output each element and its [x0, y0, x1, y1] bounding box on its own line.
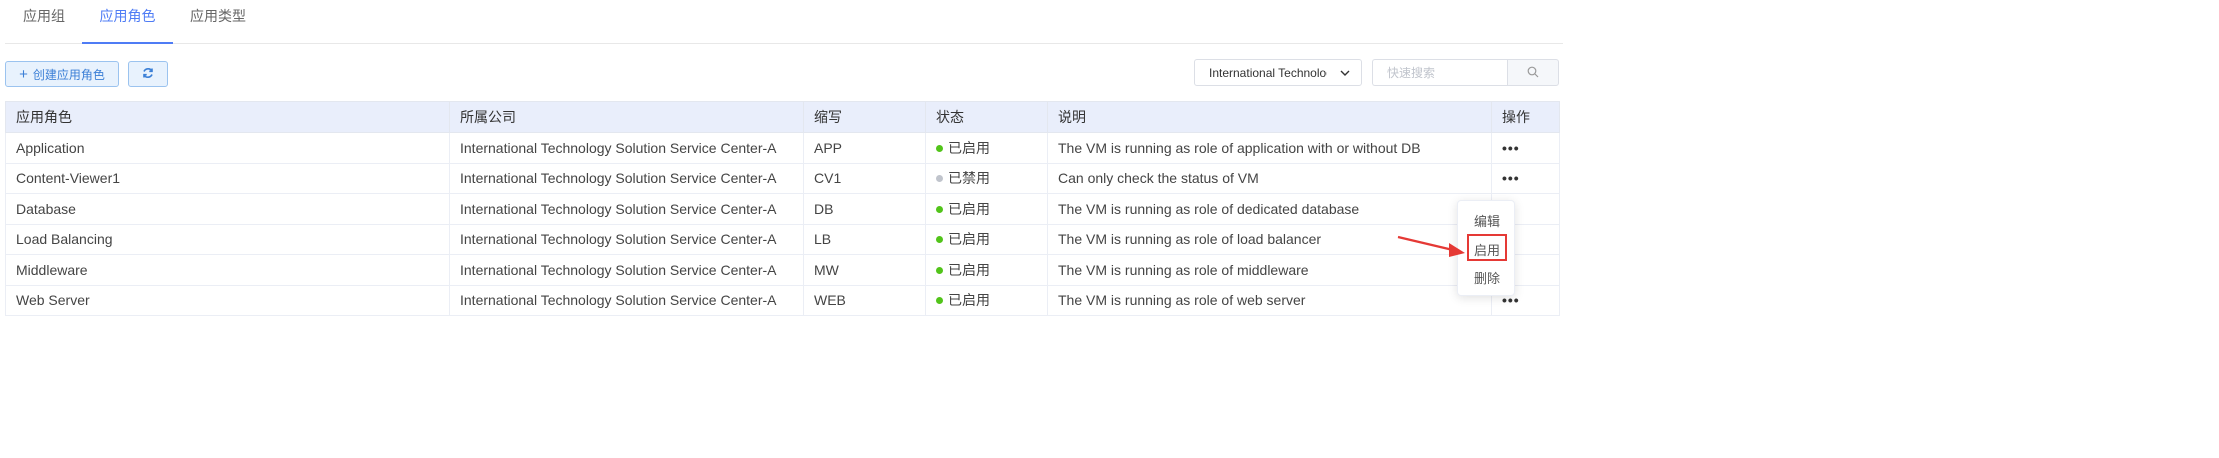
- table-row[interactable]: Database International Technology Solutio…: [5, 193, 1560, 225]
- highlight-box: [1467, 234, 1507, 261]
- table-row[interactable]: Middleware International Technology Solut…: [5, 254, 1560, 286]
- table-row[interactable]: Web Server International Technology Solut…: [5, 284, 1560, 316]
- header-description[interactable]: 说明: [1047, 101, 1492, 133]
- cell-role: Load Balancing: [5, 223, 450, 255]
- cell-abbr: APP: [803, 132, 926, 164]
- status-enabled-dot: [936, 266, 943, 274]
- dropdown-edit[interactable]: 编辑: [1458, 211, 1516, 230]
- company-select[interactable]: International Technology Solution Servic…: [1194, 59, 1362, 86]
- header-role[interactable]: 应用角色: [5, 101, 450, 133]
- cell-description: Can only check the status of VM: [1047, 162, 1492, 194]
- search-input[interactable]: [1372, 59, 1508, 86]
- status-text: 已启用: [948, 231, 990, 248]
- cell-actions: •••: [1491, 132, 1560, 164]
- status-text: 已启用: [948, 139, 990, 156]
- status-disabled-dot: [936, 175, 943, 183]
- cell-role: Web Server: [5, 284, 450, 316]
- tab-app-role[interactable]: 应用角色: [82, 0, 173, 44]
- create-role-label: 创建应用角色: [32, 67, 105, 82]
- plus-icon: +: [19, 65, 28, 83]
- chevron-down-icon: [1339, 67, 1351, 82]
- annotation-arrow: [1397, 235, 1465, 257]
- cell-status: 已禁用: [925, 162, 1048, 194]
- company-select-value: International Technology Solution Servic…: [1209, 65, 1327, 80]
- tab-app-type[interactable]: 应用类型: [190, 0, 246, 44]
- header-actions: 操作: [1491, 101, 1560, 133]
- refresh-button[interactable]: [128, 61, 168, 87]
- status-text: 已启用: [948, 292, 990, 309]
- cell-description: The VM is running as role of application…: [1047, 132, 1492, 164]
- status-text: 已启用: [948, 200, 990, 217]
- cell-role: Database: [5, 193, 450, 225]
- cell-status: 已启用: [925, 284, 1048, 316]
- table-row[interactable]: Content-Viewer1 International Technology …: [5, 162, 1560, 194]
- role-table: 应用角色 所属公司 缩写 状态 说明 操作 Application Interna…: [5, 101, 1560, 316]
- search-button[interactable]: [1507, 59, 1559, 86]
- dropdown-delete[interactable]: 删除: [1458, 268, 1516, 287]
- cell-abbr: MW: [803, 254, 926, 286]
- search-icon: [1527, 65, 1539, 81]
- cell-company: International Technology Solution Servic…: [449, 193, 804, 225]
- status-enabled-dot: [936, 144, 943, 152]
- tab-bar: 应用组 应用角色 应用类型: [5, 0, 1563, 44]
- cell-status: 已启用: [925, 223, 1048, 255]
- cell-role: Application: [5, 132, 450, 164]
- cell-status: 已启用: [925, 193, 1048, 225]
- status-enabled-dot: [936, 236, 943, 244]
- cell-company: International Technology Solution Servic…: [449, 284, 804, 316]
- cell-company: International Technology Solution Servic…: [449, 254, 804, 286]
- header-company[interactable]: 所属公司: [449, 101, 804, 133]
- cell-abbr: LB: [803, 223, 926, 255]
- create-role-button[interactable]: + 创建应用角色: [5, 61, 119, 87]
- cell-company: International Technology Solution Servic…: [449, 162, 804, 194]
- refresh-icon: [142, 66, 154, 82]
- status-enabled-dot: [936, 297, 943, 305]
- header-status[interactable]: 状态: [925, 101, 1048, 133]
- cell-abbr: CV1: [803, 162, 926, 194]
- status-enabled-dot: [936, 205, 943, 213]
- cell-company: International Technology Solution Servic…: [449, 132, 804, 164]
- cell-actions: •••: [1491, 162, 1560, 194]
- tab-app-group[interactable]: 应用组: [23, 0, 65, 44]
- cell-abbr: WEB: [803, 284, 926, 316]
- more-icon[interactable]: •••: [1502, 170, 1520, 186]
- cell-description: The VM is running as role of dedicated d…: [1047, 193, 1492, 225]
- header-abbr[interactable]: 缩写: [803, 101, 926, 133]
- cell-abbr: DB: [803, 193, 926, 225]
- status-text: 已禁用: [948, 170, 990, 187]
- cell-company: International Technology Solution Servic…: [449, 223, 804, 255]
- table-row[interactable]: Load Balancing International Technology S…: [5, 223, 1560, 255]
- cell-status: 已启用: [925, 254, 1048, 286]
- table-row[interactable]: Application International Technology Solu…: [5, 132, 1560, 164]
- more-icon[interactable]: •••: [1502, 140, 1520, 156]
- cell-role: Middleware: [5, 254, 450, 286]
- cell-role: Content-Viewer1: [5, 162, 450, 194]
- cell-description: The VM is running as role of web server: [1047, 284, 1492, 316]
- cell-status: 已启用: [925, 132, 1048, 164]
- status-text: 已启用: [948, 261, 990, 278]
- table-header-row: 应用角色 所属公司 缩写 状态 说明 操作: [5, 101, 1560, 133]
